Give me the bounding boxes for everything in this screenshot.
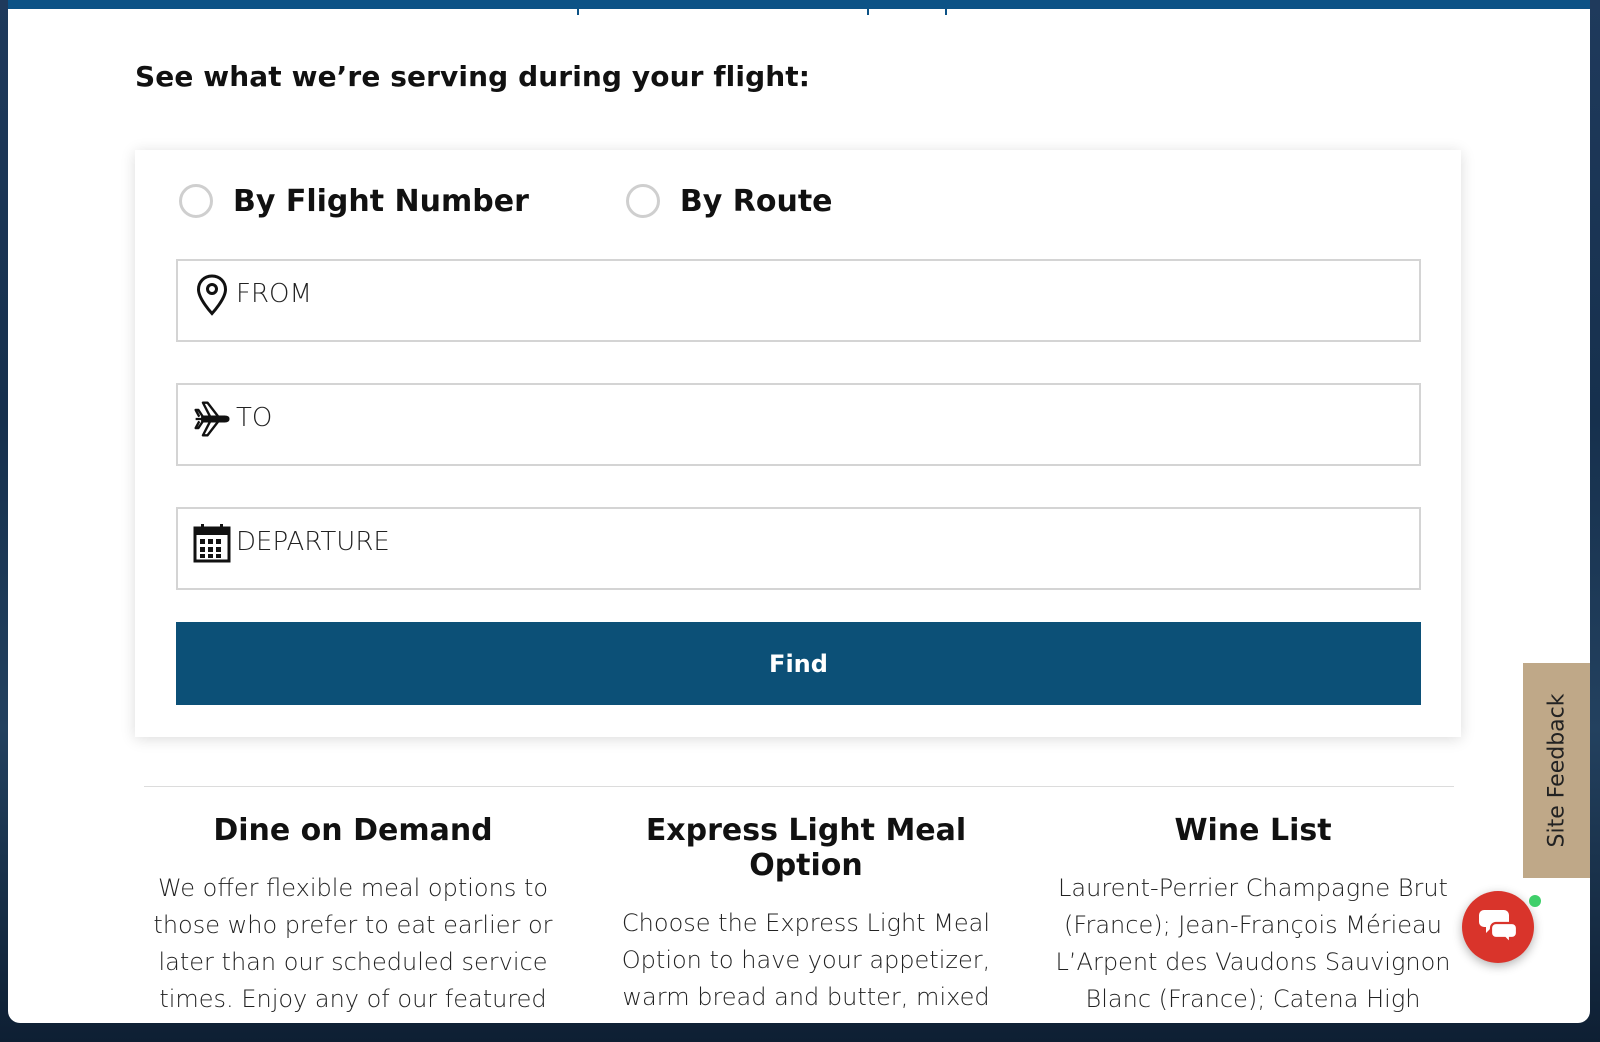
section-title: See what we’re serving during your fligh… xyxy=(135,60,811,93)
radio-circle[interactable] xyxy=(625,184,660,218)
nav-divider xyxy=(867,9,869,15)
radio-label: By Route xyxy=(679,183,833,219)
info-column-text: We offer flexible meal options to those … xyxy=(153,874,553,1023)
info-column-text: Laurent-Perrier Champagne Brut (France);… xyxy=(1055,874,1451,1023)
from-input[interactable]: FROM xyxy=(176,259,1421,342)
info-column-wine-list: Wine List Laurent-Perrier Champagne Brut… xyxy=(1029,813,1477,1023)
online-status-dot xyxy=(1529,895,1541,907)
info-column-express-light-meal: Express Light Meal Option Choose the Exp… xyxy=(586,813,1026,1023)
page-container: See what we’re serving during your fligh… xyxy=(8,0,1590,1023)
flight-search-card: By Flight Number By Route FROM TO DEPART… xyxy=(135,150,1461,737)
departure-date-input[interactable]: DEPARTURE xyxy=(176,507,1421,590)
info-column-dine-on-demand: Dine on Demand We offer flexible meal op… xyxy=(133,813,573,1023)
radio-by-route[interactable]: By Route xyxy=(625,183,833,219)
from-placeholder: FROM xyxy=(236,279,312,309)
section-divider xyxy=(144,786,1454,787)
site-feedback-tab[interactable]: Site Feedback xyxy=(1523,663,1590,878)
search-mode-radio-group: By Flight Number By Route xyxy=(179,183,930,219)
map-pin-icon xyxy=(192,273,232,317)
info-column-text: Choose the Express Light Meal Option to … xyxy=(604,909,1007,1023)
radio-label: By Flight Number xyxy=(233,183,529,219)
airplane-icon xyxy=(192,397,232,441)
nav-divider xyxy=(945,9,947,15)
departure-placeholder: DEPARTURE xyxy=(236,527,390,557)
to-placeholder: TO xyxy=(236,403,273,433)
info-column-title: Dine on Demand xyxy=(213,813,493,848)
chat-button[interactable] xyxy=(1462,891,1534,963)
calendar-icon xyxy=(192,521,232,565)
nav-divider xyxy=(577,9,579,15)
to-input[interactable]: TO xyxy=(176,383,1421,466)
top-navigation-band xyxy=(8,0,1590,9)
site-feedback-label: Site Feedback xyxy=(1544,693,1569,848)
info-column-title: Express Light Meal Option xyxy=(645,813,967,883)
info-column-title: Wine List xyxy=(1174,813,1332,848)
find-button[interactable]: Find xyxy=(176,622,1421,705)
chat-bubble-icon xyxy=(1478,906,1519,948)
radio-circle[interactable] xyxy=(179,184,213,218)
radio-by-flight-number[interactable]: By Flight Number xyxy=(179,184,529,219)
